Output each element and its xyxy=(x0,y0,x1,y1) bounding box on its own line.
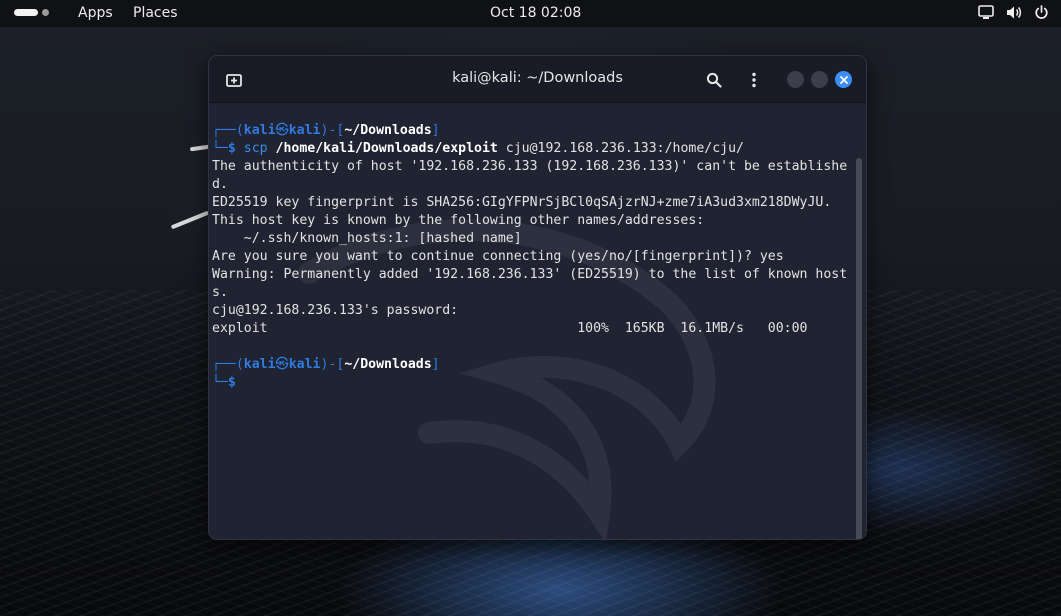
maximize-button[interactable] xyxy=(811,71,828,88)
command-name: scp xyxy=(243,141,268,156)
output-line: ED25519 key fingerprint is SHA256:GIgYFP… xyxy=(212,195,832,210)
output-line: The authenticity of host '192.168.236.13… xyxy=(212,159,848,174)
close-icon xyxy=(839,75,848,84)
terminal-window[interactable]: kali@kali: ~/Downloads ┌──(kali㉿kali)-[~… xyxy=(208,55,867,540)
output-line: This host key is known by the following … xyxy=(212,213,705,228)
system-tray[interactable] xyxy=(978,5,1049,20)
scrollbar[interactable] xyxy=(856,158,862,539)
output-line: Warning: Permanently added '192.168.236.… xyxy=(212,267,848,282)
screen-icon[interactable] xyxy=(978,5,994,20)
output-line: cju@192.168.236.133's password: xyxy=(212,303,467,318)
wallpaper-streak xyxy=(170,210,210,230)
search-icon[interactable] xyxy=(703,69,725,91)
input-line[interactable]: └─$ xyxy=(212,374,866,392)
command-line: └─$ scp /home/kali/Downloads/exploit cju… xyxy=(212,141,744,156)
top-panel: Apps Places Oct 18 02:08 xyxy=(0,0,1061,27)
minimize-button[interactable] xyxy=(787,71,804,88)
prompt-user: kali xyxy=(243,357,276,372)
close-button[interactable] xyxy=(835,71,852,88)
workspace-active-indicator xyxy=(14,9,38,16)
power-icon[interactable] xyxy=(1034,5,1049,20)
output-line: Are you sure you want to continue connec… xyxy=(212,249,784,264)
command-arg-dest: cju@192.168.236.133:/home/cju/ xyxy=(497,141,744,156)
places-menu[interactable]: Places xyxy=(133,5,178,21)
prompt-user: kali xyxy=(243,123,276,138)
prompt-line-1: ┌──(kali㉿kali)-[~/Downloads] xyxy=(212,123,440,138)
activities-indicator[interactable] xyxy=(14,9,49,16)
prompt-cwd: ~/Downloads xyxy=(344,357,432,372)
workspace-indicator xyxy=(42,9,49,16)
apps-menu[interactable]: Apps xyxy=(78,5,113,21)
prompt-line-2: ┌──(kali㉿kali)-[~/Downloads] xyxy=(212,357,440,372)
output-line: s. xyxy=(212,285,228,300)
output-line: exploit 100% 165KB 16.1MB/s 00:00 xyxy=(212,321,808,336)
prompt-cwd: ~/Downloads xyxy=(344,123,432,138)
kebab-menu-icon[interactable] xyxy=(743,69,765,91)
terminal-output[interactable]: ┌──(kali㉿kali)-[~/Downloads] └─$ scp /ho… xyxy=(209,103,866,539)
volume-icon[interactable] xyxy=(1006,5,1022,20)
command-arg-source: /home/kali/Downloads/exploit xyxy=(267,141,498,156)
prompt-host: kali xyxy=(288,123,321,138)
output-line: ~/.ssh/known_hosts:1: [hashed name] xyxy=(212,231,522,246)
window-titlebar[interactable]: kali@kali: ~/Downloads xyxy=(209,56,866,103)
output-line: d. xyxy=(212,177,228,192)
window-title: kali@kali: ~/Downloads xyxy=(452,70,623,86)
prompt-host: kali xyxy=(288,357,321,372)
clock[interactable]: Oct 18 02:08 xyxy=(490,5,581,21)
